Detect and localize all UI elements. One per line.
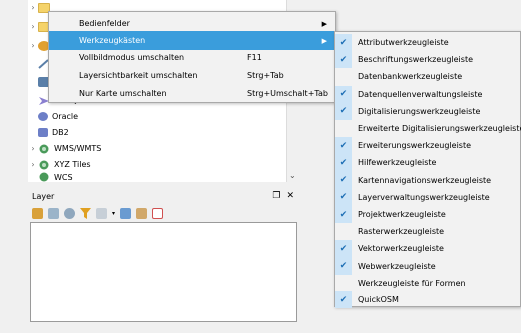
- expand-all-icon[interactable]: [120, 207, 132, 219]
- tree-item-db2[interactable]: DB2: [38, 126, 69, 139]
- submenu-item-label: Webwerkzeugleiste: [358, 261, 436, 271]
- expand-arrow-icon[interactable]: ›: [28, 41, 38, 50]
- globe-icon: [38, 144, 50, 154]
- layer-list[interactable]: [30, 222, 297, 322]
- checkmark-icon: ✔: [335, 51, 352, 69]
- view-context-menu: Bedienfelder ▶ Werkzeugkästen ▶ Vollbild…: [48, 11, 336, 103]
- submenu-item-label: Digitalisierungswerkzeugleiste: [358, 106, 481, 116]
- submenu-item-label: QuickOSM: [358, 295, 399, 305]
- filter-icon[interactable]: [80, 207, 91, 219]
- submenu-item[interactable]: ✔ Vektorwerkzeugleiste: [335, 240, 520, 258]
- submenu-item[interactable]: ✔ Digitalisierungswerkzeugleiste: [335, 102, 520, 120]
- checkmark-icon: ✔: [335, 291, 352, 309]
- submenu-item[interactable]: ✔ Kartennavigationswerkzeugleiste: [335, 171, 520, 189]
- submenu-item[interactable]: ✔ Beschriftungswerkzeugleiste: [335, 51, 520, 69]
- submenu-item[interactable]: ✔ Layerverwaltungswerkzeugleiste: [335, 188, 520, 206]
- oracle-icon: [38, 112, 48, 121]
- submenu-item-label: Erweiterungswerkzeugleiste: [358, 141, 472, 151]
- tree-item-wcs[interactable]: WCS: [38, 172, 73, 182]
- layer-panel-title: Layer: [32, 191, 55, 201]
- globe-icon: [38, 160, 50, 170]
- float-panel-icon[interactable]: ❐: [272, 191, 280, 201]
- submenu-item-label: Vektorwerkzeugleiste: [358, 244, 444, 254]
- submenu-item[interactable]: ✔ QuickOSM: [335, 291, 520, 309]
- submenu-item[interactable]: Rasterwerkzeugleiste: [335, 223, 520, 240]
- submenu-item[interactable]: ✔ Webwerkzeugleiste: [335, 257, 520, 275]
- layer-toolbar: ▾: [28, 204, 298, 222]
- submenu-item-label: Datenbankwerkzeugleiste: [358, 72, 463, 82]
- submenu-item-label: Beschriftungswerkzeugleiste: [358, 55, 474, 65]
- menu-item-label: Bedienfelder: [79, 19, 130, 28]
- add-group-icon[interactable]: [48, 207, 59, 219]
- submenu-arrow-icon: ▶: [321, 19, 327, 28]
- expand-arrow-icon[interactable]: ›: [28, 144, 38, 153]
- checkmark-icon: ✔: [335, 171, 352, 189]
- submenu-item-label: Rasterwerkzeugleiste: [358, 227, 445, 237]
- expand-arrow-icon[interactable]: ›: [28, 22, 38, 31]
- chevron-down-icon[interactable]: ⌄: [289, 171, 296, 180]
- submenu-item-label: Layerverwaltungswerkzeugleiste: [358, 192, 490, 202]
- menu-item-shortcut: Strg+Tab: [247, 71, 284, 80]
- checkmark-icon: ✔: [335, 154, 352, 172]
- submenu-item[interactable]: ✔ Erweiterungswerkzeugleiste: [335, 137, 520, 155]
- submenu-arrow-icon: ▶: [321, 36, 327, 45]
- filter-expression-icon[interactable]: [96, 207, 107, 219]
- submenu-item[interactable]: Werkzeugleiste für Formen: [335, 275, 520, 292]
- menu-item-layer-visibility[interactable]: Layersichtbarkeit umschalten Strg+Tab: [49, 66, 335, 85]
- checkmark-icon: ✔: [335, 206, 352, 224]
- checkmark-icon: ✔: [335, 102, 352, 120]
- close-icon[interactable]: ✕: [286, 191, 294, 201]
- style-manager-icon[interactable]: [32, 207, 43, 219]
- submenu-item[interactable]: ✔ Attributwerkzeugleiste: [335, 34, 520, 52]
- tree-item-label: WCS: [54, 172, 73, 182]
- tree-item-wms[interactable]: › WMS/WMTS: [28, 142, 101, 155]
- remove-layer-icon[interactable]: [152, 207, 164, 219]
- submenu-item-label: Erweiterte Digitalisierungswerkzeugleist…: [358, 124, 521, 134]
- submenu-item-label: Projektwerkzeugleiste: [358, 210, 446, 220]
- tree-item-xyz[interactable]: › XYZ Tiles: [28, 158, 91, 171]
- menu-item-fullscreen[interactable]: Vollbildmodus umschalten F11: [49, 48, 335, 67]
- checkmark-icon: ✔: [335, 34, 352, 52]
- tree-item-oracle[interactable]: Oracle: [38, 110, 78, 123]
- submenu-item[interactable]: ✔ Hilfewerkzeugleiste: [335, 154, 520, 172]
- submenu-item-label: Kartennavigationswerkzeugleiste: [358, 175, 492, 185]
- layer-panel-header: Layer ❐ ✕: [28, 189, 298, 203]
- tree-item-label: Oracle: [52, 112, 79, 121]
- toolbars-submenu: ✔ Attributwerkzeugleiste ✔ Beschriftungs…: [334, 31, 521, 309]
- menu-item-label: Layersichtbarkeit umschalten: [79, 71, 198, 80]
- expand-arrow-icon[interactable]: ›: [28, 3, 38, 12]
- chevron-down-icon[interactable]: ▾: [112, 210, 115, 217]
- menu-item-shortcut: Strg+Umschalt+Tab: [247, 89, 328, 98]
- menu-item-shortcut: F11: [247, 53, 262, 62]
- tree-item-label: DB2: [52, 128, 69, 137]
- collapse-all-icon[interactable]: [136, 207, 148, 219]
- globe-icon: [38, 172, 50, 182]
- submenu-item[interactable]: Datenbankwerkzeugleiste: [335, 68, 520, 85]
- checkmark-icon: ✔: [335, 257, 352, 275]
- menu-item-map-only[interactable]: Nur Karte umschalten Strg+Umschalt+Tab: [49, 84, 335, 103]
- checkmark-icon: ✔: [335, 137, 352, 155]
- submenu-item-label: Attributwerkzeugleiste: [358, 38, 449, 48]
- submenu-item[interactable]: ✔ Datenquellenverwaltungsleiste: [335, 85, 520, 103]
- expand-arrow-icon[interactable]: ›: [28, 160, 38, 169]
- checkmark-icon: ✔: [335, 188, 352, 206]
- checkmark-icon: ✔: [335, 85, 352, 103]
- submenu-item[interactable]: ✔ Projektwerkzeugleiste: [335, 206, 520, 224]
- submenu-item-label: Datenquellenverwaltungsleiste: [358, 89, 483, 99]
- menu-item-label: Vollbildmodus umschalten: [79, 53, 185, 62]
- tree-item-label: XYZ Tiles: [54, 160, 91, 169]
- submenu-item[interactable]: Erweiterte Digitalisierungswerkzeugleist…: [335, 120, 521, 137]
- visibility-eye-icon[interactable]: [64, 207, 75, 219]
- checkmark-icon: ✔: [335, 240, 352, 258]
- submenu-item-label: Werkzeugleiste für Formen: [358, 278, 466, 288]
- submenu-item-label: Hilfewerkzeugleiste: [358, 158, 437, 168]
- db2-icon: [38, 128, 48, 137]
- tree-item-label: WMS/WMTS: [54, 144, 102, 153]
- menu-item-label: Werkzeugkästen: [79, 36, 146, 45]
- menu-item-label: Nur Karte umschalten: [79, 89, 167, 98]
